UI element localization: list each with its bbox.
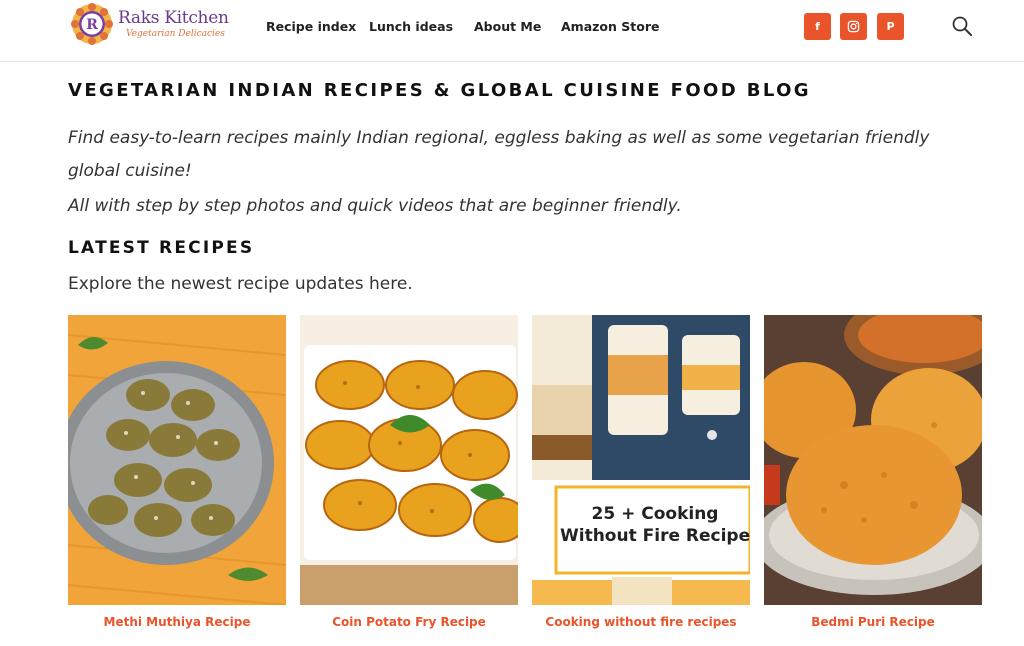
logo-emblem-icon: R <box>70 2 114 46</box>
intro-paragraph-2: All with step by step photos and quick v… <box>68 196 682 216</box>
recipe-image[interactable] <box>300 315 518 605</box>
overlay-line-2: Without Fire Recipe <box>560 526 750 547</box>
search-button[interactable] <box>950 14 974 38</box>
recipe-overlay-text: 25 + Cooking Without Fire Recipe <box>560 503 750 547</box>
logo-text: Raks Kitchen Vegetarian Delicacies <box>118 7 229 39</box>
latest-recipes-description: Explore the newest recipe updates here. <box>68 274 413 294</box>
site-header: R Raks Kitchen Vegetarian Delicacies Rec… <box>0 0 1024 62</box>
recipe-title[interactable]: Methi Muthiya Recipe <box>68 615 286 629</box>
site-logo[interactable]: R Raks Kitchen Vegetarian Delicacies <box>70 2 238 46</box>
recipe-image[interactable]: 25 + Cooking Without Fire Recipe <box>532 315 750 605</box>
recipe-card[interactable]: 25 + Cooking Without Fire Recipe Cooking… <box>532 315 750 635</box>
instagram-button[interactable] <box>840 13 867 40</box>
overlay-line-1: 25 + Cooking <box>591 504 719 524</box>
logo-title: Raks Kitchen <box>118 7 229 28</box>
recipe-image[interactable] <box>68 315 286 605</box>
facebook-button[interactable]: f <box>804 13 831 40</box>
nav-recipe-index[interactable]: Recipe index <box>266 19 356 34</box>
recipe-image[interactable] <box>764 315 982 605</box>
recipe-card[interactable]: Bedmi Puri Recipe <box>764 315 982 635</box>
pinterest-icon: P <box>886 20 895 33</box>
recipe-card[interactable]: Methi Muthiya Recipe <box>68 315 286 635</box>
recipe-title[interactable]: Coin Potato Fry Recipe <box>300 615 518 629</box>
nav-amazon-store[interactable]: Amazon Store <box>561 19 659 34</box>
svg-text:R: R <box>86 17 98 33</box>
page-title: VEGETARIAN INDIAN RECIPES & GLOBAL CUISI… <box>68 80 811 101</box>
pinterest-button[interactable]: P <box>877 13 904 40</box>
facebook-icon: f <box>815 20 820 33</box>
nav-lunch-ideas[interactable]: Lunch ideas <box>369 19 453 34</box>
recipe-title[interactable]: Bedmi Puri Recipe <box>764 615 982 629</box>
logo-subtitle: Vegetarian Delicacies <box>126 28 225 39</box>
recipe-title[interactable]: Cooking without fire recipes <box>532 615 750 629</box>
recipe-card[interactable]: Coin Potato Fry Recipe <box>300 315 518 635</box>
search-icon <box>952 16 972 36</box>
instagram-icon <box>847 20 860 33</box>
nav-about-me[interactable]: About Me <box>474 19 541 34</box>
intro-paragraph: Find easy-to-learn recipes mainly Indian… <box>68 128 930 181</box>
latest-recipes-heading: LATEST RECIPES <box>68 238 255 258</box>
